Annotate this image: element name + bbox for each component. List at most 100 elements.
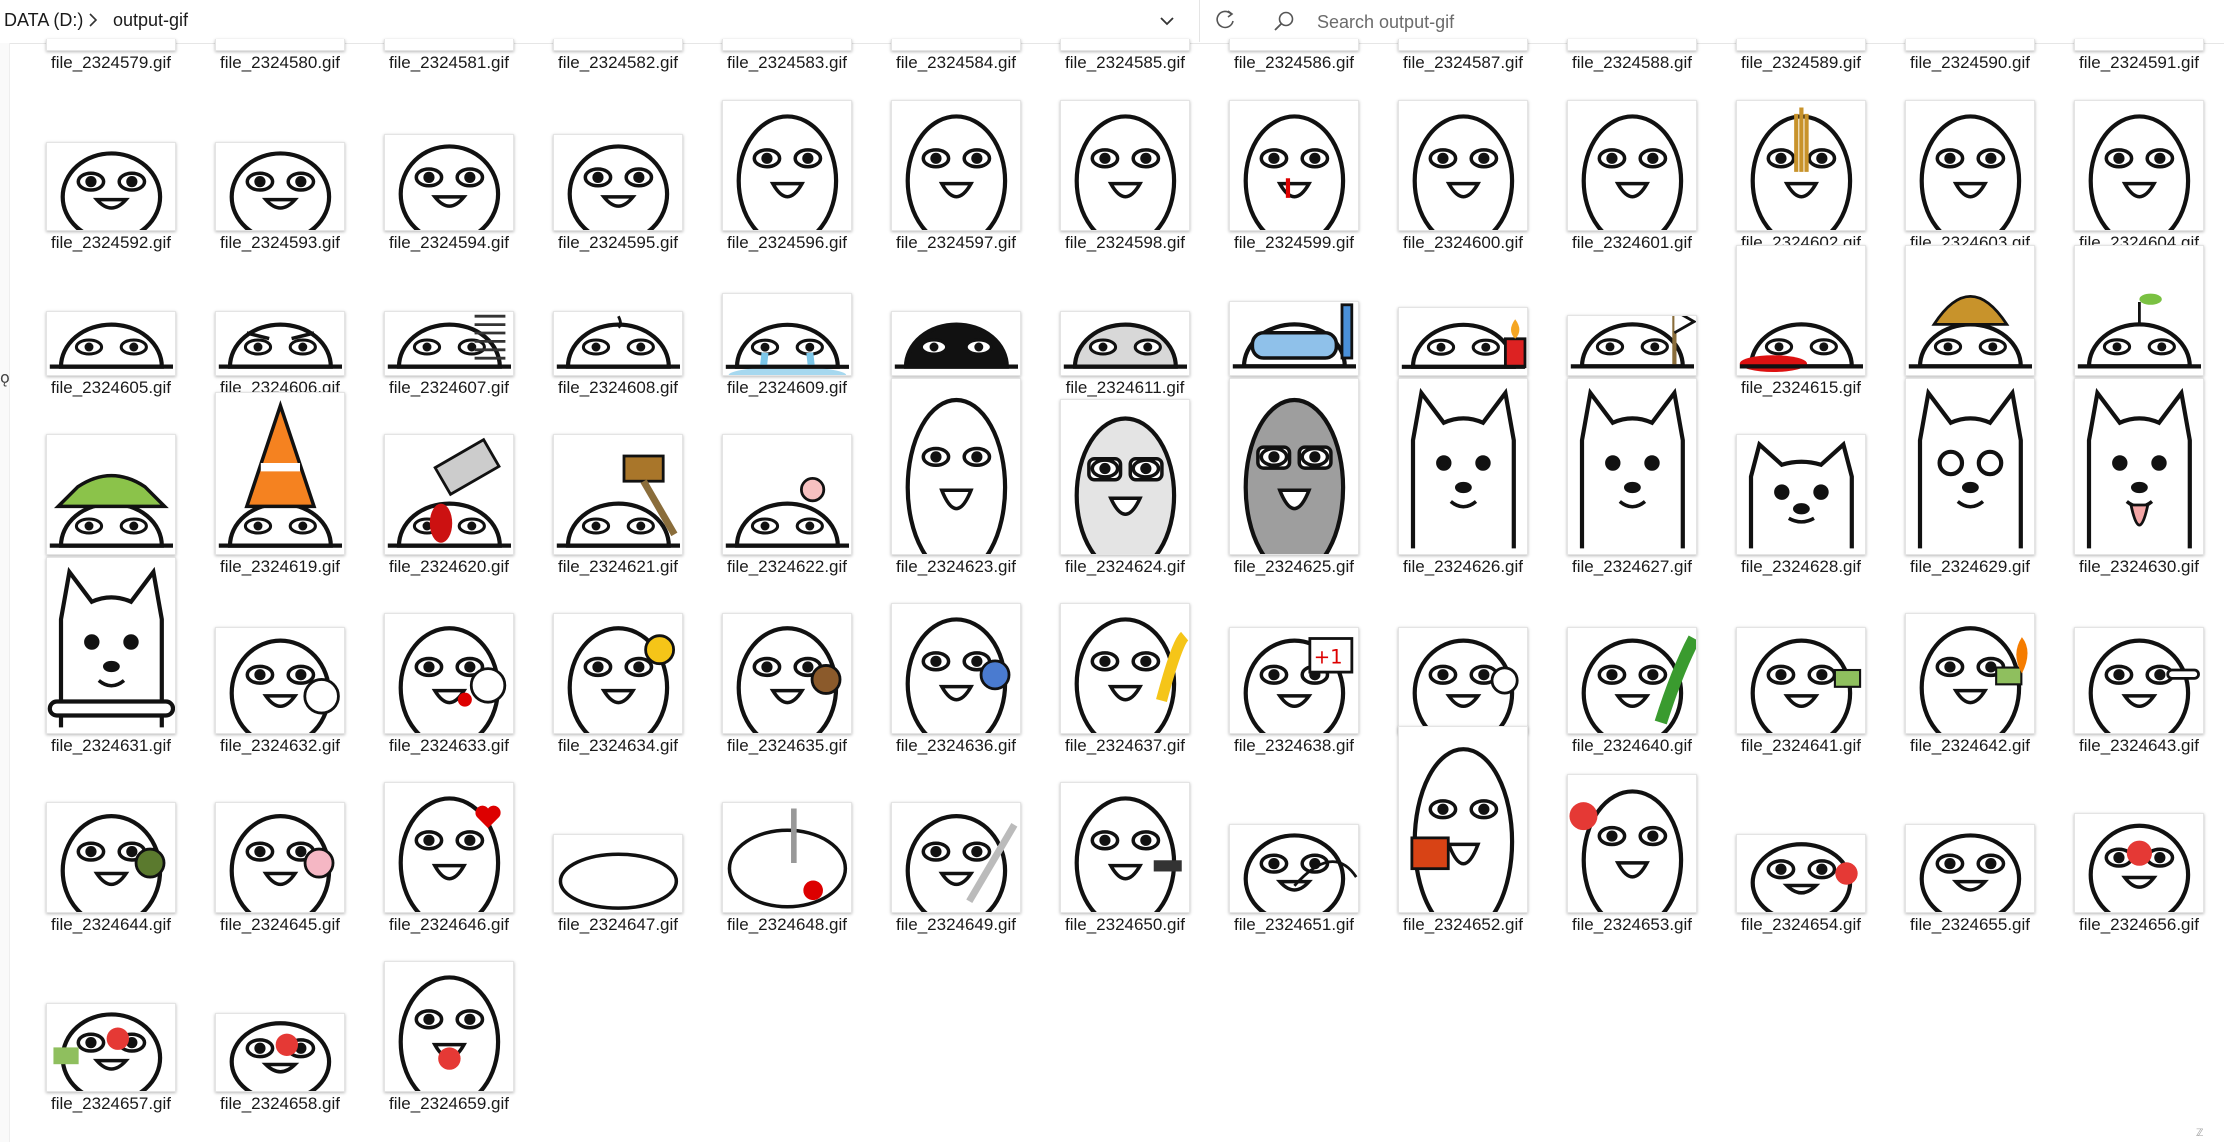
file-item[interactable]: file_2324641.gif [1718,606,1884,756]
file-item[interactable]: file_2324605.gif [28,248,194,398]
file-item[interactable]: file_2324645.gif [197,785,363,935]
file-item[interactable]: file_2324637.gif [1042,603,1208,756]
dog-peek-sticker-icon [1748,440,1854,549]
file-item[interactable]: file_2324633.gif [366,606,532,756]
file-item[interactable]: file_2324618.gif [28,427,194,577]
file-item[interactable]: file_2324619.gif [197,392,363,577]
file-item[interactable]: file_2324659.gif [366,961,532,1114]
file-name-label: file_2324641.gif [1740,736,1862,755]
file-item[interactable]: file_2324632.gif [197,606,363,756]
file-item[interactable]: file_2324598.gif [1042,100,1208,253]
file-item[interactable]: file_2324596.gif [704,100,870,253]
file-item[interactable]: file_2324655.gif [1887,785,2053,935]
file-item[interactable]: file_2324653.gif [1549,773,1715,935]
hammer-sticker-icon [556,454,680,548]
file-item[interactable]: file_2324617.gif [2056,245,2222,398]
file-name-label: file_2324590.gif [1909,53,2031,72]
file-item[interactable]: file_2324631.gif [28,557,194,756]
file-item[interactable]: file_2324623.gif [873,378,1039,577]
file-item[interactable]: file_2324587.gif [1380,0,1546,73]
file-item[interactable]: file_2324625.gif [1211,378,1377,577]
file-item[interactable]: file_2324604.gif [2056,100,2222,253]
file-item[interactable]: file_2324606.gif [197,248,363,398]
file-item[interactable]: file_2324609.gif [704,248,870,398]
thinking-sticker-icon [1581,114,1683,230]
file-item[interactable]: file_2324614.gif [1549,248,1715,398]
file-item[interactable]: file_2324652.gif [1380,726,1546,935]
file-item[interactable]: file_2324584.gif [873,0,1039,73]
file-name-label: file_2324653.gif [1571,915,1693,934]
file-item[interactable]: file_2324654.gif [1718,785,1884,935]
file-item[interactable]: file_2324635.gif [704,606,870,756]
with-dog-bite-sticker-icon [398,626,506,733]
file-item[interactable]: file_2324613.gif [1380,248,1546,398]
file-thumbnail [1211,378,1377,555]
file-item[interactable]: file_2324636.gif [873,603,1039,756]
file-thumbnail [1718,245,1884,376]
file-item[interactable]: file_2324595.gif [535,103,701,253]
file-item[interactable]: file_2324603.gif [1887,100,2053,253]
hide-face-sticker-icon [1074,114,1176,230]
dog-sticker-icon [1410,387,1516,549]
file-thumbnail [28,785,194,913]
file-item[interactable]: file_2324589.gif [1718,0,1884,73]
file-item[interactable]: file_2324586.gif [1211,0,1377,73]
file-item[interactable]: file_2324629.gif [1887,378,2053,577]
file-item[interactable]: file_2324579.gif [28,0,194,73]
file-thumbnail [1718,606,1884,734]
file-item[interactable]: file_2324643.gif [2056,606,2222,756]
file-item[interactable]: file_2324588.gif [1549,0,1715,73]
file-item[interactable]: file_2324592.gif [28,103,194,253]
facepalm-sticker-icon [905,114,1007,230]
file-item[interactable]: file_2324583.gif [704,0,870,73]
file-item[interactable]: file_2324647.gif [535,785,701,935]
file-item[interactable]: file_2324611.gif [1042,248,1208,398]
file-item[interactable]: file_2324612.gif [1211,248,1377,398]
file-item[interactable]: file_2324644.gif [28,785,194,935]
file-item[interactable]: file_2324650.gif [1042,782,1208,935]
file-item[interactable]: file_2324626.gif [1380,378,1546,577]
file-item[interactable]: file_2324651.gif [1211,785,1377,935]
file-item[interactable]: file_2324599.gif [1211,100,1377,253]
ok-hand-sticker-icon [60,151,162,230]
file-item[interactable]: file_2324615.gif [1718,245,1884,398]
file-item[interactable]: file_2324590.gif [1887,0,2053,73]
file-item[interactable]: file_2324610.gif [873,248,1039,398]
file-item[interactable]: file_2324642.gif [1887,606,2053,756]
file-item[interactable]: file_2324630.gif [2056,378,2222,577]
file-item[interactable]: file_2324597.gif [873,100,1039,253]
file-item[interactable]: file_2324648.gif [704,785,870,935]
file-item[interactable]: file_2324581.gif [366,0,532,73]
file-item[interactable]: file_2324600.gif [1380,100,1546,253]
file-thumbnail [1042,0,1208,51]
file-item[interactable]: file_2324607.gif [366,248,532,398]
file-item[interactable]: file_2324616.gif [1887,245,2053,398]
file-item[interactable]: file_2324594.gif [366,103,532,253]
file-item[interactable]: file_2324620.gif [366,427,532,577]
file-item[interactable]: file_2324656.gif [2056,785,2222,935]
file-item[interactable]: file_2324634.gif [535,606,701,756]
file-thumbnail [1549,606,1715,734]
file-item[interactable]: file_2324657.gif [28,964,194,1114]
gun-sticker-icon [1074,796,1182,912]
file-item[interactable]: file_2324624.gif [1042,399,1208,577]
file-item[interactable]: file_2324591.gif [2056,0,2222,73]
file-item[interactable]: file_2324621.gif [535,427,701,577]
file-item[interactable]: +1 file_2324638.gif [1211,606,1377,756]
file-item[interactable]: file_2324585.gif [1042,0,1208,73]
file-thumbnail [535,785,701,913]
file-item[interactable]: file_2324628.gif [1718,427,1884,577]
file-item[interactable]: file_2324602.gif [1718,100,1884,253]
file-item[interactable]: file_2324649.gif [873,785,1039,935]
file-item[interactable]: file_2324622.gif [704,427,870,577]
file-item[interactable]: file_2324601.gif [1549,100,1715,253]
file-item[interactable]: file_2324658.gif [197,964,363,1114]
file-item[interactable]: file_2324646.gif [366,782,532,935]
file-item[interactable]: file_2324640.gif [1549,606,1715,756]
file-item[interactable]: file_2324582.gif [535,0,701,73]
file-item[interactable]: file_2324627.gif [1549,378,1715,577]
file-item[interactable]: file_2324608.gif [535,248,701,398]
file-item[interactable]: file_2324580.gif [197,0,363,73]
file-name-label: file_2324583.gif [726,53,848,72]
file-item[interactable]: file_2324593.gif [197,103,363,253]
